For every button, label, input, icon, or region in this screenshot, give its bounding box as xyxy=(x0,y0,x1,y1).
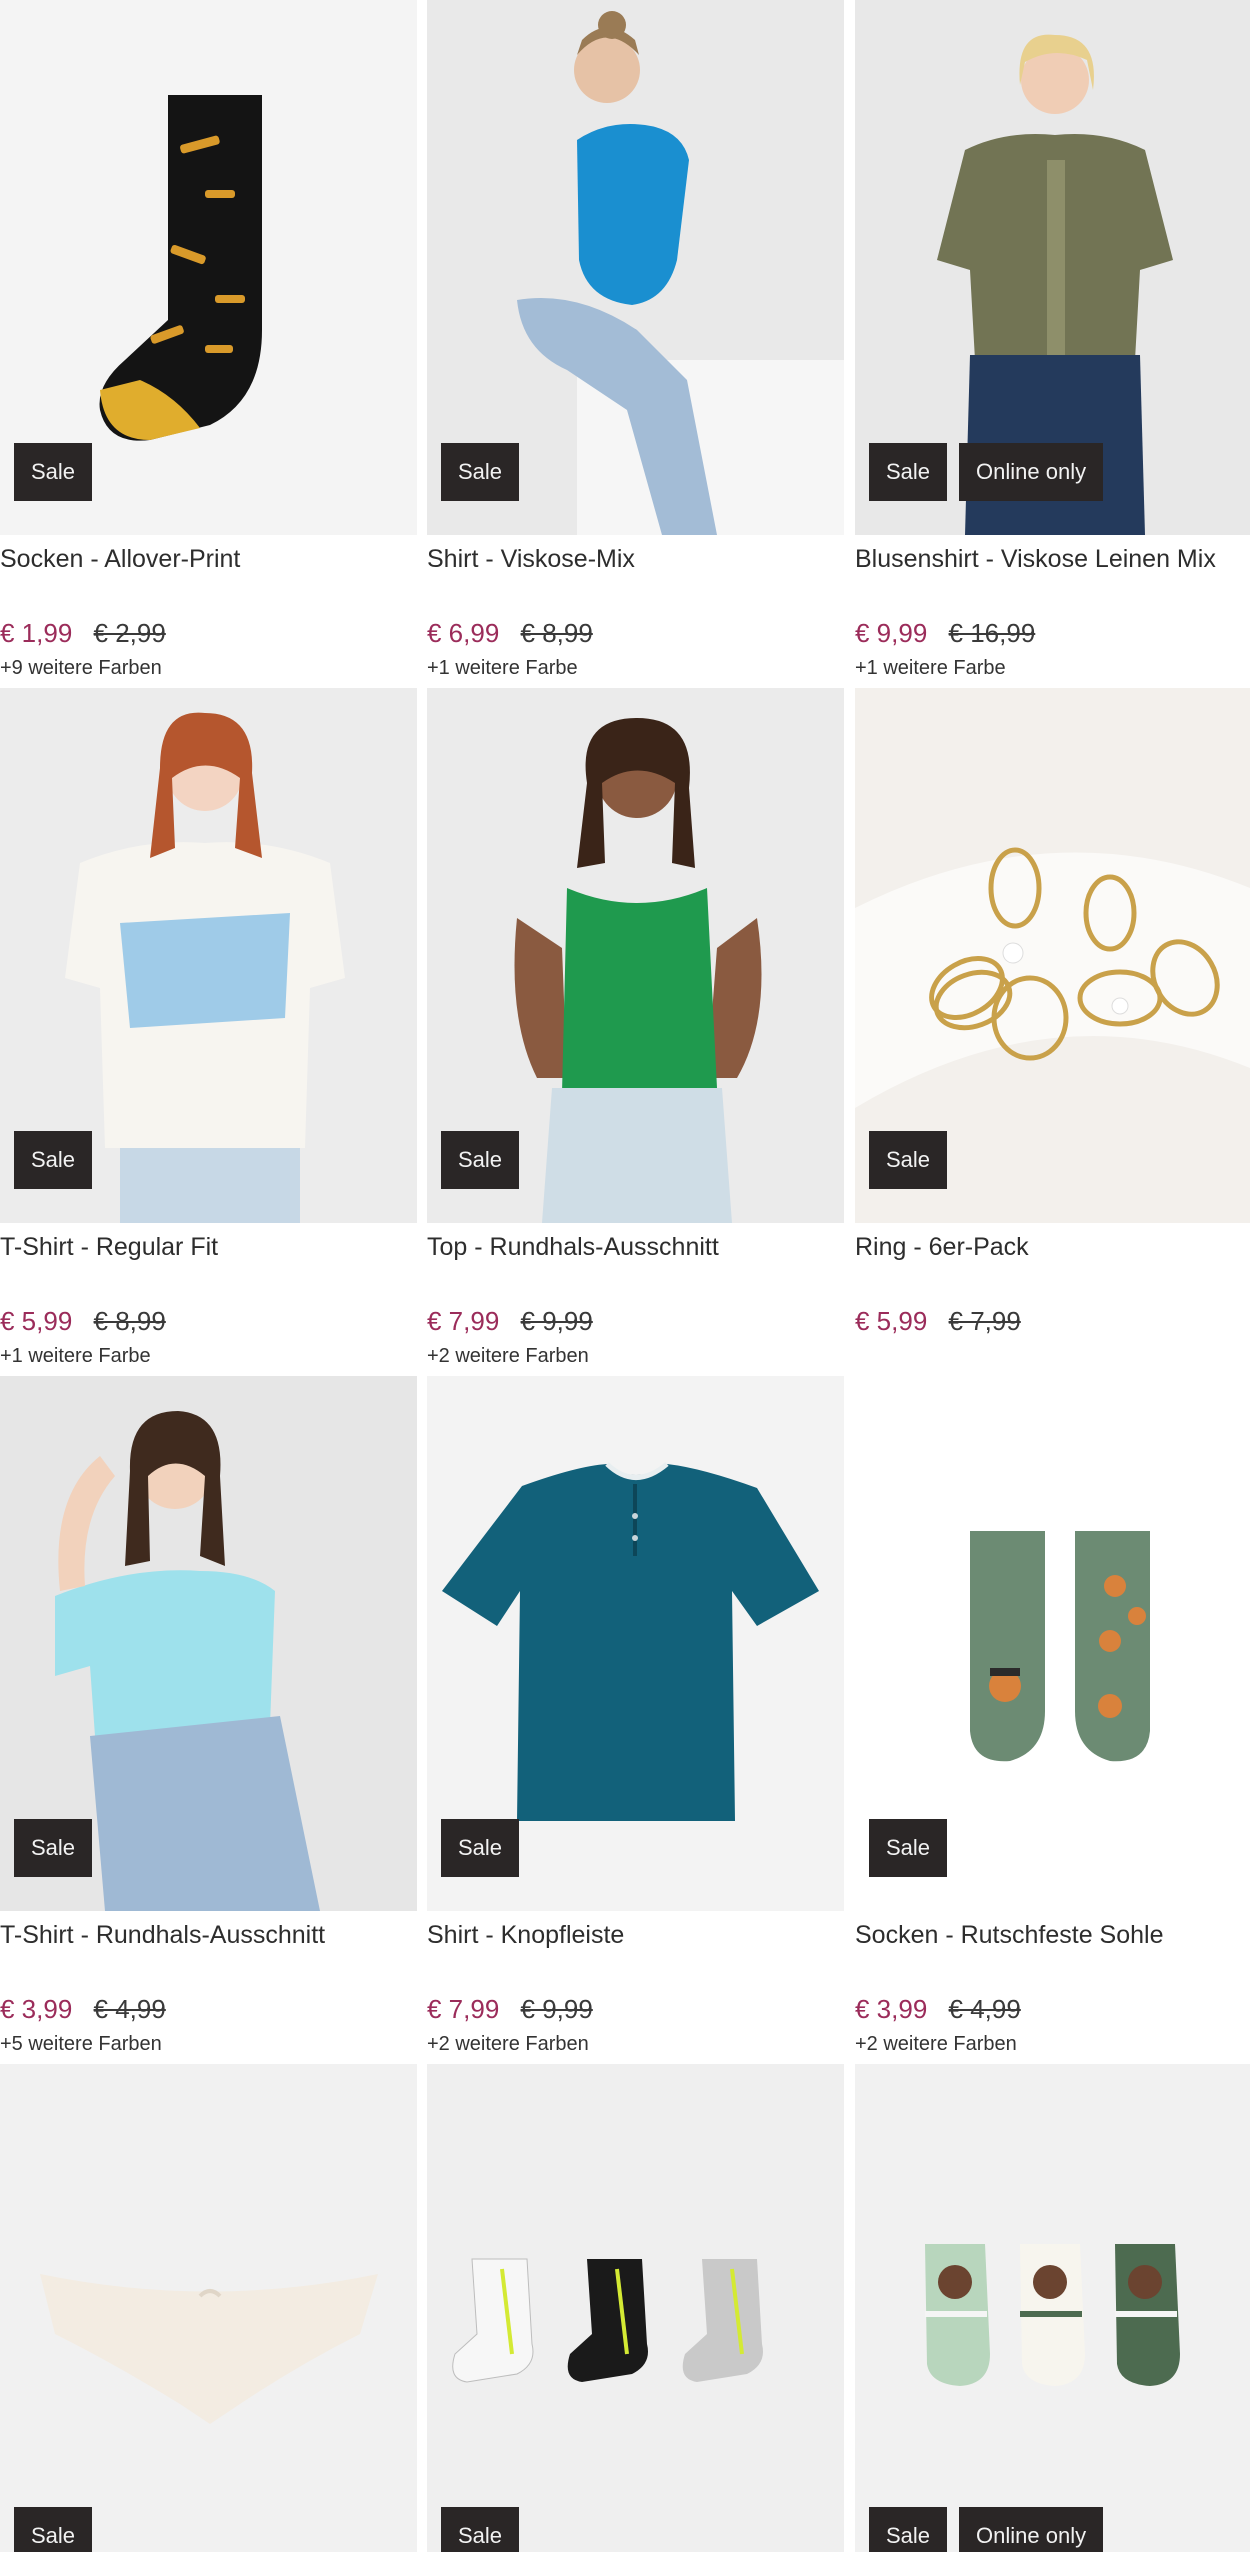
sale-badge: Sale xyxy=(14,1819,93,1877)
badge-group: Sale Online only xyxy=(869,2507,1104,2552)
badge-group: Sale xyxy=(869,1819,948,1877)
color-variants[interactable]: +2 weitere Farben xyxy=(427,2033,589,2056)
price-row: € 5,99 € 7,99 xyxy=(855,1306,1021,1337)
original-price: € 2,99 xyxy=(93,618,166,648)
product-title[interactable]: Shirt - Viskose-Mix xyxy=(427,545,635,574)
online-only-badge: Online only xyxy=(959,443,1104,501)
price-row: € 6,99 € 8,99 xyxy=(427,618,593,649)
original-price: € 8,99 xyxy=(93,1306,166,1336)
product-image[interactable] xyxy=(427,2064,844,2552)
sale-badge: Sale xyxy=(441,2507,520,2552)
sale-price: € 3,99 xyxy=(855,1994,928,2024)
original-price: € 7,99 xyxy=(948,1306,1021,1336)
color-variants[interactable]: +1 weitere Farbe xyxy=(855,657,1006,680)
color-variants[interactable]: +2 weitere Farben xyxy=(427,1345,589,1368)
sale-badge: Sale xyxy=(869,1819,948,1877)
product-title[interactable]: Top - Rundhals-Ausschnitt xyxy=(427,1233,719,1262)
product-title[interactable]: Shirt - Knopfleiste xyxy=(427,1921,624,1950)
product-title[interactable]: T-Shirt - Regular Fit xyxy=(0,1233,218,1262)
badge-group: Sale xyxy=(441,443,520,501)
badge-group: Sale Online only xyxy=(869,443,1104,501)
sale-badge: Sale xyxy=(441,1131,520,1189)
product-image[interactable] xyxy=(0,2064,417,2552)
sale-price: € 7,99 xyxy=(427,1306,500,1336)
sale-price: € 9,99 xyxy=(855,618,928,648)
badge-group: Sale xyxy=(441,1819,520,1877)
price-row: € 9,99 € 16,99 xyxy=(855,618,1035,649)
sale-badge: Sale xyxy=(14,2507,93,2552)
price-row: € 3,99 € 4,99 xyxy=(0,1994,166,2025)
original-price: € 4,99 xyxy=(948,1994,1021,2024)
badge-group: Sale xyxy=(14,1819,93,1877)
badge-group: Sale xyxy=(869,1131,948,1189)
price-row: € 7,99 € 9,99 xyxy=(427,1994,593,2025)
sale-price: € 7,99 xyxy=(427,1994,500,2024)
product-title[interactable]: Socken - Allover-Print xyxy=(0,545,240,574)
original-price: € 9,99 xyxy=(520,1994,593,2024)
sale-badge: Sale xyxy=(869,2507,948,2552)
sale-price: € 5,99 xyxy=(0,1306,73,1336)
color-variants[interactable]: +1 weitere Farbe xyxy=(0,1345,151,1368)
price-row: € 3,99 € 4,99 xyxy=(855,1994,1021,2025)
price-row: € 7,99 € 9,99 xyxy=(427,1306,593,1337)
original-price: € 16,99 xyxy=(948,618,1036,648)
sale-price: € 3,99 xyxy=(0,1994,73,2024)
badge-group: Sale xyxy=(441,2507,520,2552)
sale-price: € 5,99 xyxy=(855,1306,928,1336)
sale-badge: Sale xyxy=(869,443,948,501)
original-price: € 9,99 xyxy=(520,1306,593,1336)
color-variants[interactable]: +5 weitere Farben xyxy=(0,2033,162,2056)
product-title[interactable]: T-Shirt - Rundhals-Ausschnitt xyxy=(0,1921,325,1950)
badge-group: Sale xyxy=(14,443,93,501)
product-title[interactable]: Socken - Rutschfeste Sohle xyxy=(855,1921,1164,1950)
sale-badge: Sale xyxy=(869,1131,948,1189)
product-title[interactable]: Blusenshirt - Viskose Leinen Mix xyxy=(855,545,1216,574)
badge-group: Sale xyxy=(14,1131,93,1189)
price-row: € 1,99 € 2,99 xyxy=(0,618,166,649)
product-image[interactable] xyxy=(855,2064,1250,2552)
sale-badge: Sale xyxy=(14,1131,93,1189)
original-price: € 4,99 xyxy=(93,1994,166,2024)
color-variants[interactable]: +1 weitere Farbe xyxy=(427,657,578,680)
color-variants[interactable]: +9 weitere Farben xyxy=(0,657,162,680)
sale-badge: Sale xyxy=(441,1819,520,1877)
sale-price: € 6,99 xyxy=(427,618,500,648)
original-price: € 8,99 xyxy=(520,618,593,648)
online-only-badge: Online only xyxy=(959,2507,1104,2552)
badge-group: Sale xyxy=(441,1131,520,1189)
price-row: € 5,99 € 8,99 xyxy=(0,1306,166,1337)
product-title[interactable]: Ring - 6er-Pack xyxy=(855,1233,1029,1262)
sale-badge: Sale xyxy=(14,443,93,501)
sale-price: € 1,99 xyxy=(0,618,73,648)
badge-group: Sale xyxy=(14,2507,93,2552)
color-variants[interactable]: +2 weitere Farben xyxy=(855,2033,1017,2056)
sale-badge: Sale xyxy=(441,443,520,501)
